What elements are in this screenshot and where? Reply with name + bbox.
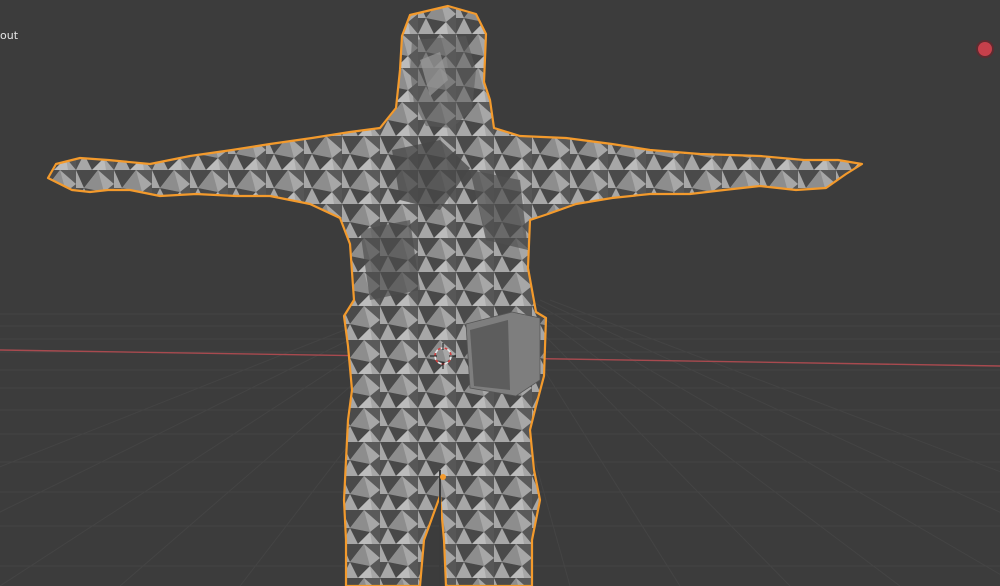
viewport-mode-label: out bbox=[0, 29, 19, 42]
torso-patch bbox=[360, 220, 420, 300]
record-dot-icon[interactable] bbox=[978, 42, 992, 56]
character-mesh[interactable] bbox=[46, 4, 864, 586]
3d-viewport[interactable]: out bbox=[0, 0, 1000, 586]
viewport-scene[interactable] bbox=[0, 0, 1000, 586]
holster-face bbox=[470, 320, 510, 390]
object-origin[interactable] bbox=[440, 474, 446, 480]
